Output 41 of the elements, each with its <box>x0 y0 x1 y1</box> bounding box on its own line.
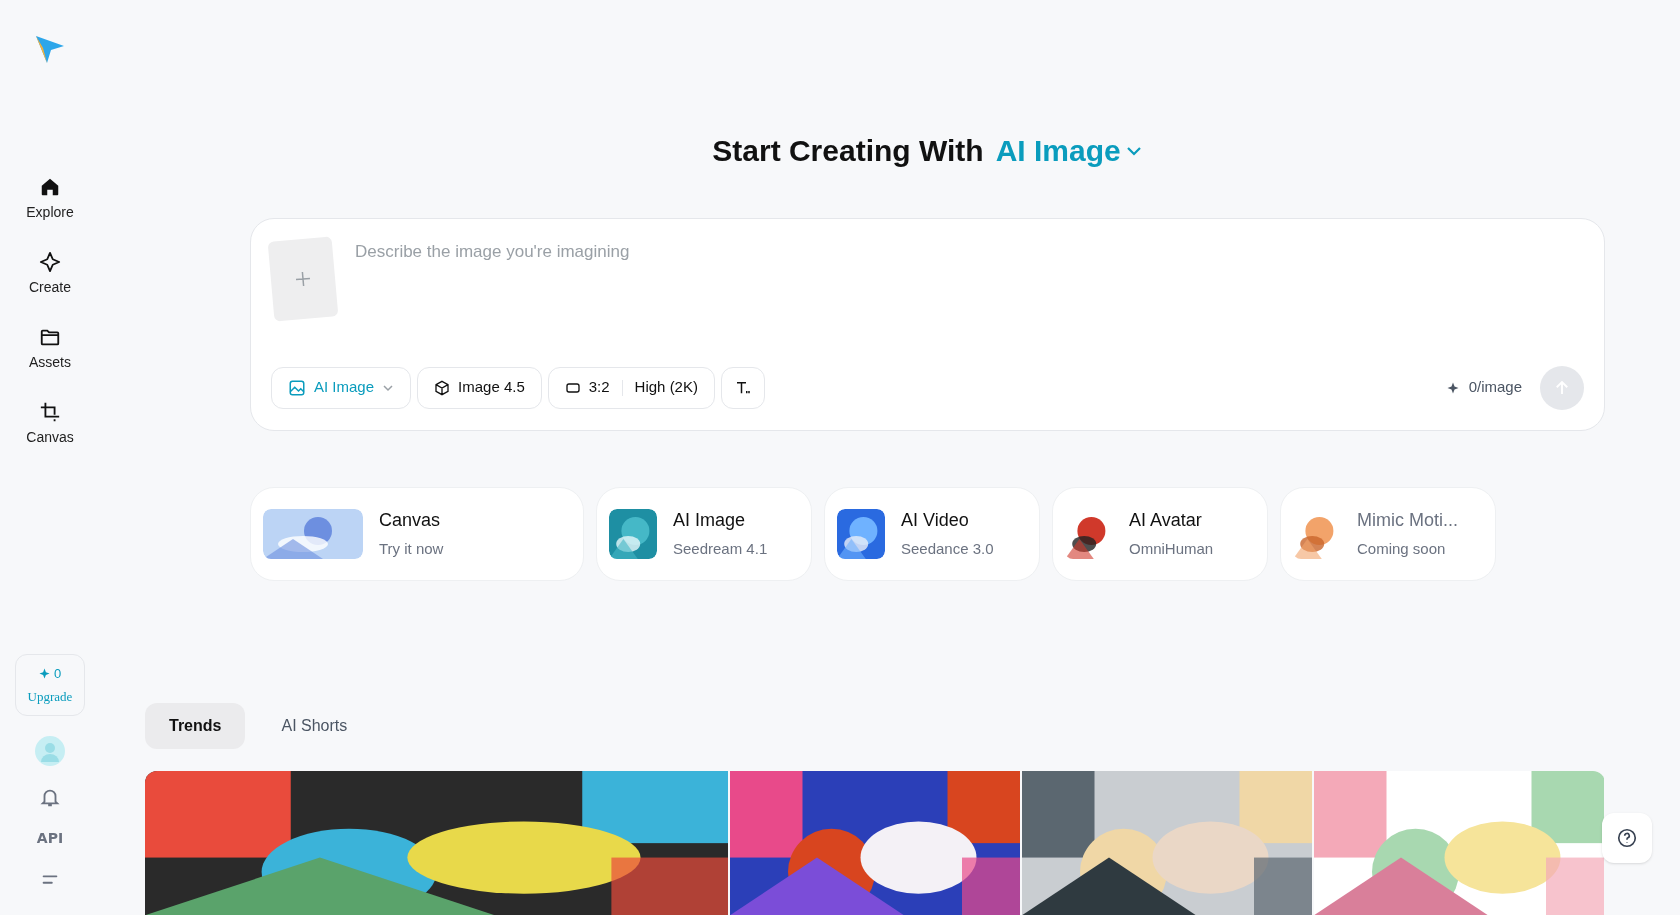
text-style-button[interactable] <box>720 366 765 409</box>
nav-item[interactable]: Create <box>26 251 74 298</box>
feature-title: AI Image <box>673 509 746 532</box>
avatar-icon[interactable] <box>35 736 65 766</box>
credit-count: 0 <box>53 664 62 683</box>
ratio-button[interactable]: 3:2 High (2K) <box>547 366 715 409</box>
plus-icon <box>294 269 312 288</box>
image-icon <box>288 378 306 397</box>
tab[interactable]: Trends <box>145 702 246 749</box>
feature-subtitle: Seedance 3.0 <box>901 539 994 559</box>
sparkle-icon <box>39 251 61 273</box>
feature-card[interactable]: AI Video Seedance 3.0 <box>824 486 1040 581</box>
feature-title: Mimic Moti... <box>1357 509 1458 532</box>
feature-subtitle: OmniHuman <box>1129 539 1214 559</box>
cost-label: 0/image <box>1468 377 1522 398</box>
prompt-panel[interactable]: Describe the image you're imagining AI Image Image 4.5 3:2 High (2K) 0/image <box>250 217 1605 431</box>
feature-card[interactable]: AI Image Seedream 4.1 <box>596 486 812 581</box>
cube-icon <box>434 379 451 396</box>
feature-title: AI Avatar <box>1129 509 1202 532</box>
home-icon <box>39 176 61 198</box>
nav-item[interactable]: Explore <box>26 176 74 223</box>
nav-item[interactable]: Assets <box>26 326 74 373</box>
heading-text: Start Creating With <box>712 133 984 169</box>
feature-subtitle: Coming soon <box>1357 539 1446 559</box>
nav-item[interactable]: Canvas <box>26 401 74 448</box>
feature-title: AI Video <box>901 509 969 532</box>
sparkle-icon <box>38 667 50 679</box>
feature-subtitle: Try it now <box>379 539 444 559</box>
tab[interactable]: AI Shorts <box>257 702 372 749</box>
help-icon <box>1616 827 1638 849</box>
arrow-up-icon <box>1553 378 1571 397</box>
prompt-field[interactable]: Describe the image you're imagining <box>355 238 1584 319</box>
sparkle-icon <box>1446 381 1459 394</box>
feature-card[interactable]: AI Avatar OmniHuman <box>1052 486 1268 581</box>
crop-icon <box>39 401 61 423</box>
feature-subtitle: Seedream 4.1 <box>673 539 768 559</box>
api-link[interactable]: API <box>36 828 64 849</box>
model-button[interactable]: Image 4.5 <box>417 366 542 409</box>
feature-card[interactable]: Canvas Try it now <box>250 486 584 581</box>
feature-title: Canvas <box>379 509 441 532</box>
help-button[interactable] <box>1602 813 1652 863</box>
